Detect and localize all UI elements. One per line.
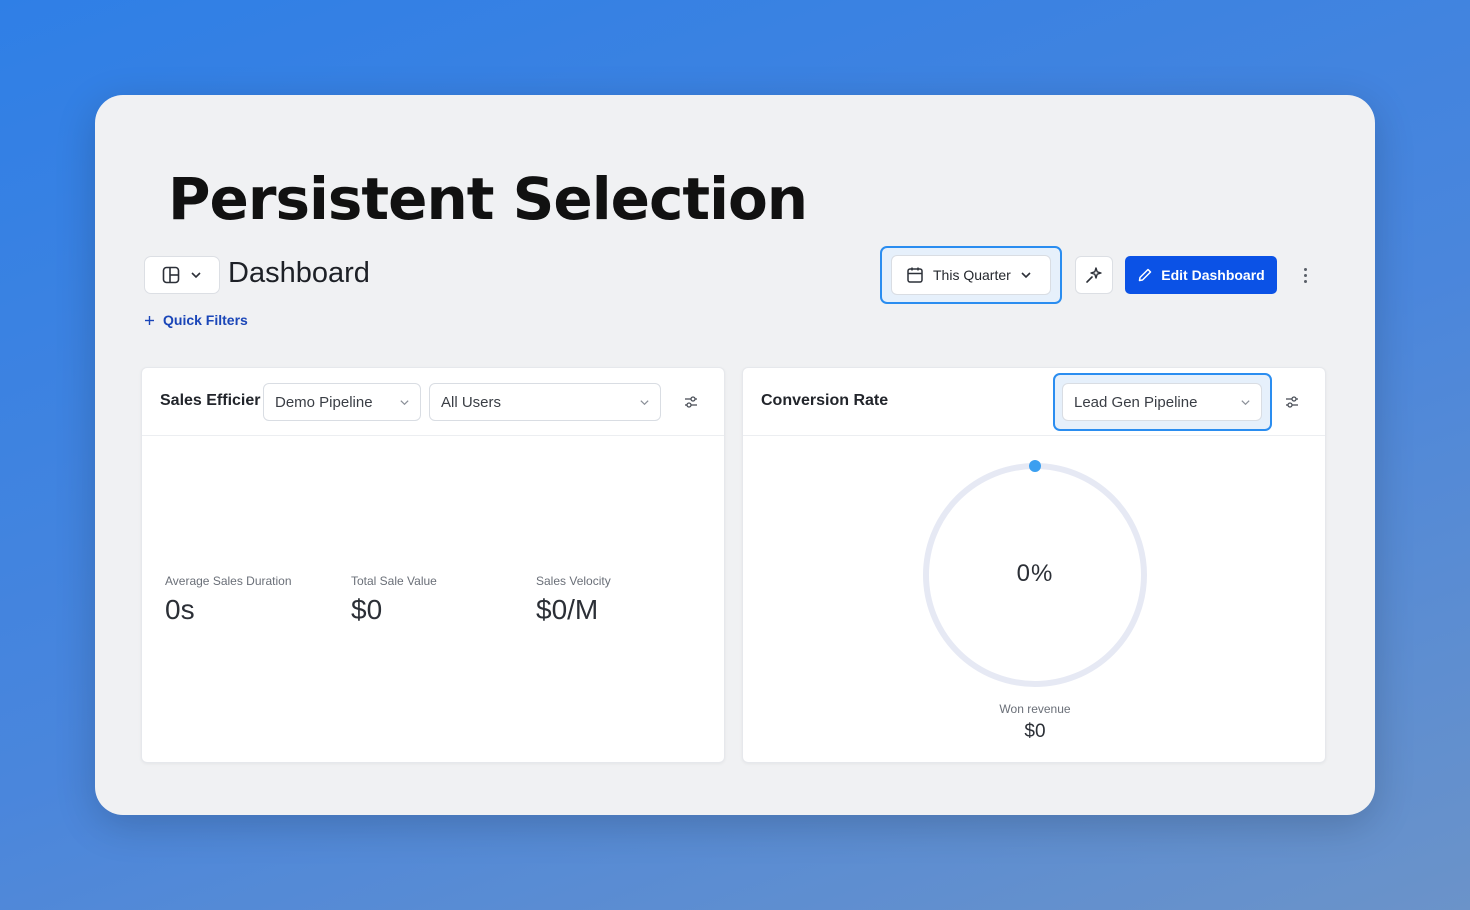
chevron-down-icon [400, 399, 409, 405]
metric-value: $0/M [536, 594, 599, 625]
ai-sparkle-button[interactable] [1075, 256, 1113, 294]
page-title: Dashboard [228, 257, 370, 289]
edit-dashboard-label: Edit Dashboard [1161, 267, 1265, 283]
panel-title: Sales Efficier [160, 392, 261, 409]
period-select[interactable]: This Quarter [891, 255, 1051, 295]
pipeline-select[interactable]: Lead Gen Pipeline [1062, 383, 1262, 421]
metric-average-sales-duration: Average Sales Duration 0s [165, 574, 292, 626]
users-select[interactable]: All Users [429, 383, 661, 421]
sparkle-wand-icon [1086, 267, 1102, 283]
pencil-icon [1139, 268, 1152, 282]
metric-label: Average Sales Duration [165, 574, 292, 588]
metric-label: Sales Velocity [536, 574, 611, 588]
period-label: This Quarter [933, 267, 1011, 283]
users-select-value: All Users [441, 393, 502, 411]
pipeline-select-value: Lead Gen Pipeline [1074, 393, 1198, 411]
won-revenue-label: Won revenue [999, 702, 1071, 716]
won-revenue-value: $0 [1024, 721, 1046, 742]
edit-dashboard-button[interactable]: Edit Dashboard [1125, 256, 1277, 294]
quick-filters-label: Quick Filters [163, 312, 248, 328]
sales-efficiency-panel: Sales Efficier Demo Pipeline All Users A… [141, 367, 725, 763]
metric-value: 0s [165, 594, 195, 625]
metric-total-sale-value: Total Sale Value $0 [351, 574, 437, 626]
main-card: Persistent Selection Dashboard Quick Fil… [95, 95, 1375, 815]
chevron-down-icon [640, 399, 649, 405]
calendar-icon [907, 267, 923, 283]
chevron-down-icon [191, 272, 201, 279]
layout-switcher-button[interactable] [144, 256, 220, 294]
metric-sales-velocity: Sales Velocity $0/M [536, 574, 611, 626]
layout-icon [162, 266, 180, 284]
panel-title: Conversion Rate [761, 392, 889, 409]
more-options-icon[interactable] [1295, 263, 1315, 287]
pipeline-select-value: Demo Pipeline [275, 393, 373, 411]
metric-value: $0 [351, 594, 383, 625]
gauge-progress-dot [1029, 460, 1041, 472]
filter-settings-icon[interactable] [683, 394, 699, 410]
panel-header: Conversion Rate Lead Gen Pipeline [743, 368, 1325, 436]
headline: Persistent Selection [168, 165, 808, 233]
filter-settings-icon[interactable] [1284, 394, 1300, 410]
plus-icon [145, 315, 154, 325]
chevron-down-icon [1021, 272, 1031, 279]
conversion-rate-panel: Conversion Rate Lead Gen Pipeline 0% Won… [742, 367, 1326, 763]
pipeline-select[interactable]: Demo Pipeline [263, 383, 421, 421]
conversion-percent: 0% [1016, 560, 1054, 587]
quick-filters-link[interactable]: Quick Filters [144, 312, 248, 328]
panel-header: Sales Efficier Demo Pipeline All Users [142, 368, 724, 436]
metric-label: Total Sale Value [351, 574, 437, 588]
chevron-down-icon [1241, 399, 1250, 405]
